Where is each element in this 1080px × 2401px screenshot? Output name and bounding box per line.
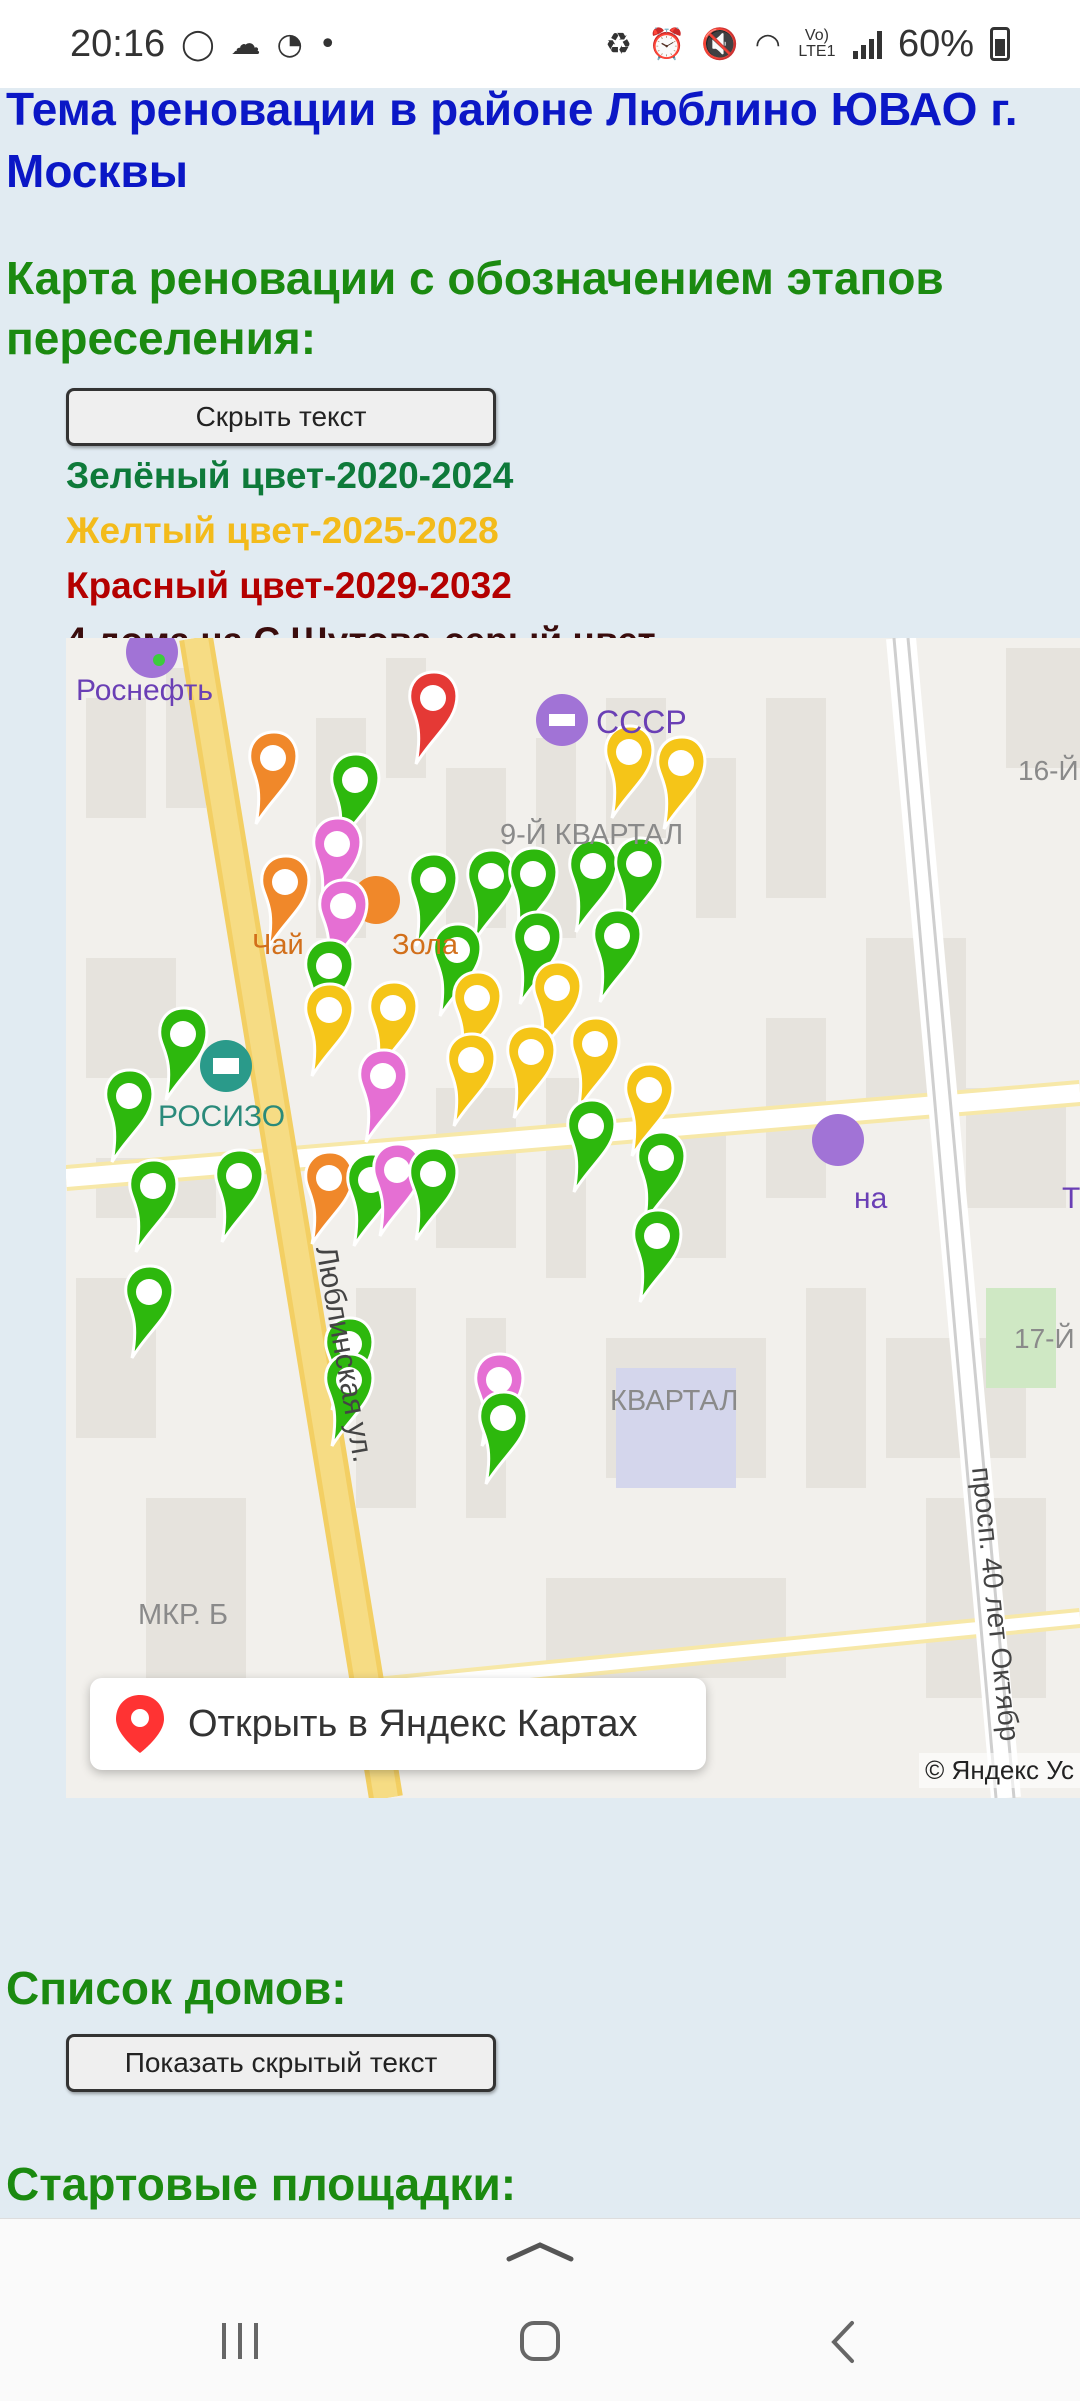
page-title: Тема реновации в районе Люблино ЮВАО г. … <box>6 83 1018 197</box>
map-marker-green[interactable] <box>632 1208 683 1303</box>
legend-yellow: Желтый цвет-2025-2028 <box>66 510 499 551</box>
label-quarter17: 17-Й <box>1014 1323 1075 1354</box>
legend: Зелёный цвет-2020-2024 Желтый цвет-2025-… <box>66 448 656 668</box>
status-bar-right: ♻ ⏰ 🔇 ◠ Vo) LTE1 60% <box>605 23 1010 66</box>
map-marker-green[interactable] <box>104 1068 155 1163</box>
houses-heading: Список домов: <box>6 1962 347 2014</box>
yandex-pin-icon <box>116 1695 164 1753</box>
arena-poi-icon[interactable] <box>812 1114 864 1166</box>
cloud-icon: ☁ <box>230 26 261 62</box>
legend-green: Зелёный цвет-2020-2024 <box>66 455 514 496</box>
home-icon[interactable] <box>518 2319 562 2363</box>
map-marker-green[interactable] <box>158 1006 209 1101</box>
map-marker-green[interactable] <box>592 908 643 1003</box>
label-zola: Зола <box>392 929 459 961</box>
map-marker-orange[interactable] <box>248 730 299 825</box>
map-marker-orange[interactable] <box>304 1150 355 1245</box>
label-kvartal: КВАРТАЛ <box>610 1385 738 1417</box>
map-marker-green[interactable] <box>128 1158 179 1253</box>
museum-poi-icon[interactable] <box>200 1040 252 1092</box>
dot-icon: • <box>318 26 337 62</box>
battery-percent: 60% <box>897 22 974 65</box>
status-bar-left: 20:16 ◯ ☁ ◔ • <box>70 23 337 66</box>
start-sites-heading: Стартовые площадки: <box>6 2158 517 2210</box>
open-in-yandex-button[interactable]: Открыть в Яндекс Картах <box>90 1678 706 1770</box>
label-rosneft: Роснефть <box>76 674 213 707</box>
label-sssr: СССР <box>596 704 687 740</box>
map-marker-yellow[interactable] <box>304 982 355 1077</box>
chevron-up-icon[interactable] <box>505 2237 575 2267</box>
recycle-icon: ♻ <box>605 26 633 62</box>
rss-icon: ◔ <box>276 26 303 62</box>
open-in-yandex-label: Открыть в Яндекс Картах <box>188 1702 638 1745</box>
network-label: Vo) LTE1 <box>798 27 836 60</box>
status-time: 20:16 <box>70 22 166 65</box>
label-chayhona: Чай <box>252 929 304 961</box>
map-canvas[interactable]: Роснефть СССР 9-Й КВАРТАЛ 16-Й Чай Зола … <box>66 638 1080 1798</box>
label-quarter16: 16-Й <box>1018 755 1079 786</box>
label-arena: на <box>854 1182 888 1215</box>
signal-icon <box>852 29 882 59</box>
map-marker-red[interactable] <box>408 670 459 765</box>
back-icon[interactable] <box>824 2319 864 2365</box>
hide-text-button[interactable]: Скрыть текст <box>66 388 496 446</box>
map-marker-green[interactable] <box>214 1148 265 1243</box>
battery-icon <box>990 27 1010 61</box>
whatsapp-icon: ◯ <box>181 26 215 62</box>
alarm-icon: ⏰ <box>648 26 686 62</box>
map-marker-green[interactable] <box>566 1098 617 1193</box>
map-heading: Карта реновации с обозначением этапов пе… <box>6 252 944 364</box>
renovation-map[interactable]: Роснефть СССР 9-Й КВАРТАЛ 16-Й Чай Зола … <box>66 638 1080 1798</box>
label-mkr-b: МКР. Б <box>138 1599 228 1631</box>
map-marker-yellow[interactable] <box>570 1016 621 1111</box>
label-t: Т <box>1062 1182 1080 1215</box>
recent-apps-icon[interactable] <box>218 2319 264 2363</box>
map-marker-green[interactable] <box>466 848 517 943</box>
legend-red: Красный цвет-2029-2032 <box>66 565 512 606</box>
label-quarter9: 9-Й КВАРТАЛ <box>500 817 683 851</box>
map-marker-pink[interactable] <box>358 1048 409 1143</box>
status-bar: 20:16 ◯ ☁ ◔ • ♻ ⏰ 🔇 ◠ Vo) LTE1 60% <box>0 0 1080 88</box>
system-nav-bar <box>0 2218 1080 2401</box>
wifi-icon: ◠ <box>754 26 781 62</box>
sssr-poi-icon[interactable] <box>536 694 588 746</box>
mute-icon: 🔇 <box>701 26 739 62</box>
label-rosizo: РОСИЗО <box>158 1100 285 1133</box>
map-copyright[interactable]: © Яндекс Ус <box>919 1753 1080 1788</box>
show-hidden-text-button[interactable]: Показать скрытый текст <box>66 2034 496 2092</box>
